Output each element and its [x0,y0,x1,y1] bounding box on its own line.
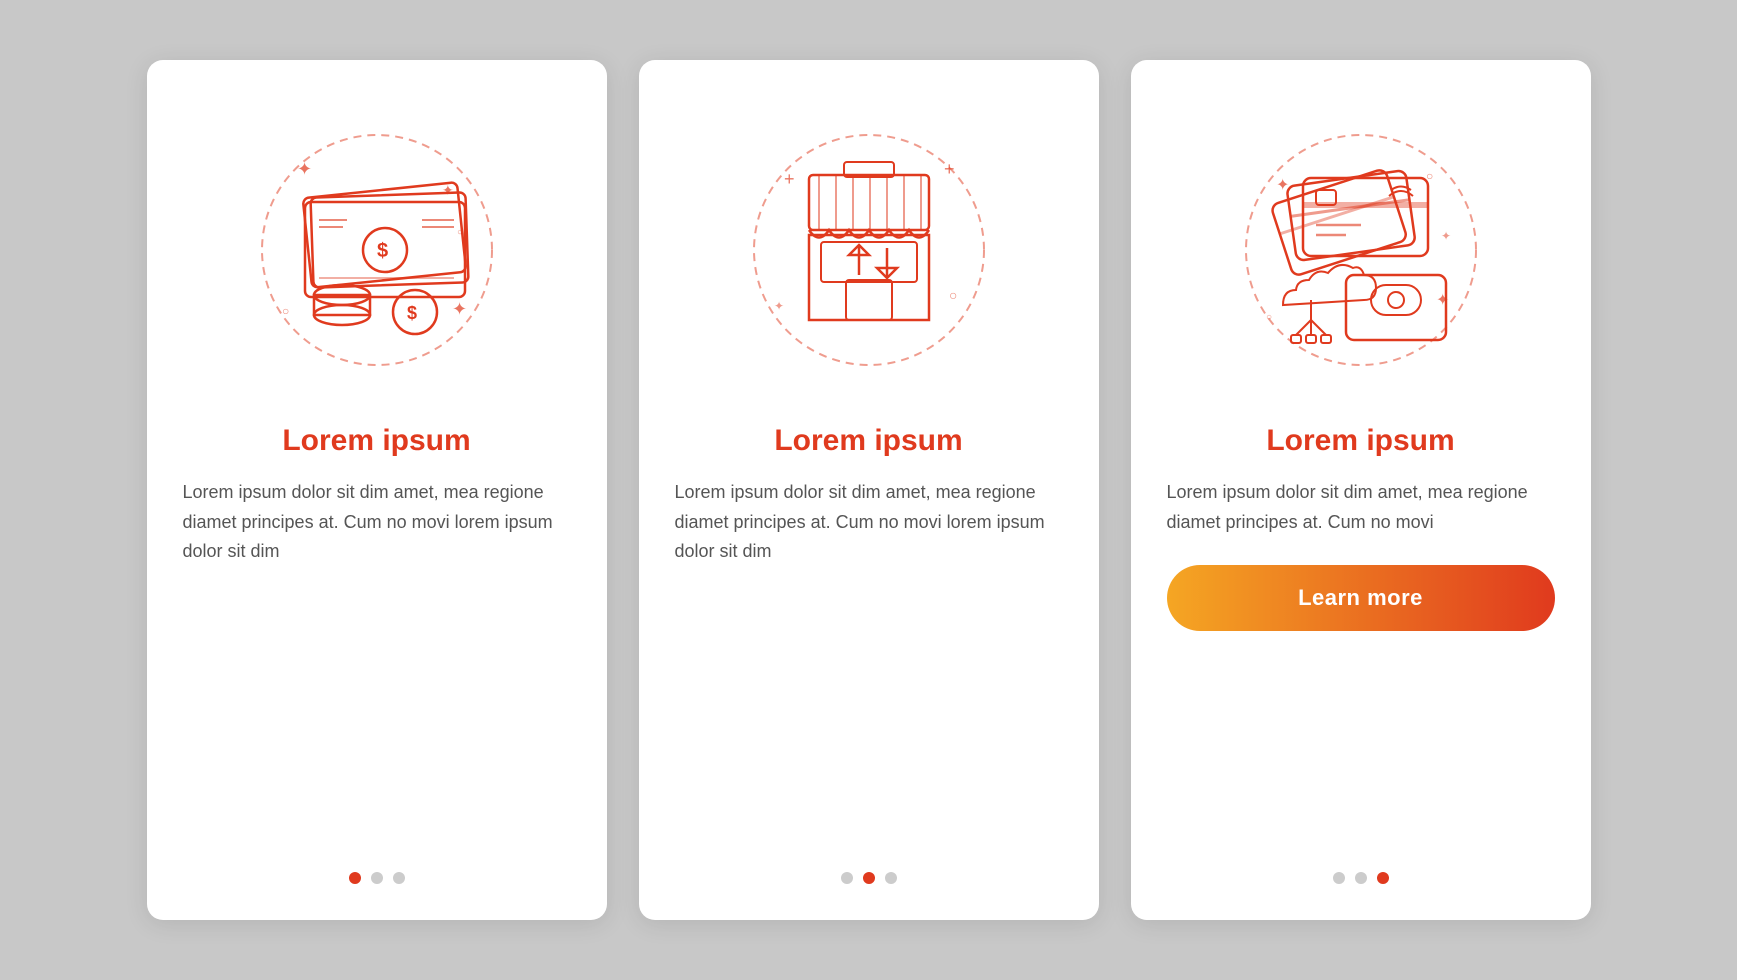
svg-text:○: ○ [1266,312,1272,323]
card-1-title: Lorem ipsum [282,424,470,458]
svg-text:$: $ [407,303,417,323]
card-3: ✦ ○ ✦ ○ ✦ [1131,60,1591,920]
svg-text:$: $ [377,240,388,262]
svg-text:○: ○ [949,287,957,303]
money-icon: ✦ ✦ ✦ ○ ○ $ [247,120,507,380]
card-2-icon-area: + + ○ ✦ [719,100,1019,400]
dot-1-inactive-2 [371,872,383,884]
dot-3-inactive-1 [1333,872,1345,884]
dot-3-active [1377,872,1389,884]
cards-wallet-icon: ✦ ○ ✦ ○ ✦ [1231,120,1491,380]
card-1-dots [349,848,405,884]
card-1: ✦ ✦ ✦ ○ ○ $ [147,60,607,920]
svg-text:+: + [944,159,955,179]
dot-1-inactive-3 [393,872,405,884]
dot-2-active [863,872,875,884]
card-2-dots [841,848,897,884]
svg-text:+: + [784,169,795,189]
card-2-title: Lorem ipsum [774,424,962,458]
svg-text:✦: ✦ [297,159,312,179]
learn-more-button[interactable]: Learn more [1167,565,1555,631]
svg-text:✦: ✦ [1441,229,1451,243]
svg-text:✦: ✦ [774,299,784,313]
card-3-text: Lorem ipsum dolor sit dim amet, mea regi… [1167,478,1555,537]
dot-3-inactive-2 [1355,872,1367,884]
cards-container: ✦ ✦ ✦ ○ ○ $ [147,60,1591,920]
svg-text:✦: ✦ [452,299,467,319]
card-3-dots [1333,848,1389,884]
dot-2-inactive-3 [885,872,897,884]
store-icon: + + ○ ✦ [739,120,999,380]
card-2: + + ○ ✦ [639,60,1099,920]
dot-2-inactive-1 [841,872,853,884]
dot-1-active [349,872,361,884]
svg-text:○: ○ [282,304,289,318]
card-3-title: Lorem ipsum [1266,424,1454,458]
card-3-icon-area: ✦ ○ ✦ ○ ✦ [1211,100,1511,400]
svg-text:✦: ✦ [1436,292,1449,309]
card-2-text: Lorem ipsum dolor sit dim amet, mea regi… [675,478,1063,567]
card-1-icon-area: ✦ ✦ ✦ ○ ○ $ [227,100,527,400]
card-1-text: Lorem ipsum dolor sit dim amet, mea regi… [183,478,571,567]
